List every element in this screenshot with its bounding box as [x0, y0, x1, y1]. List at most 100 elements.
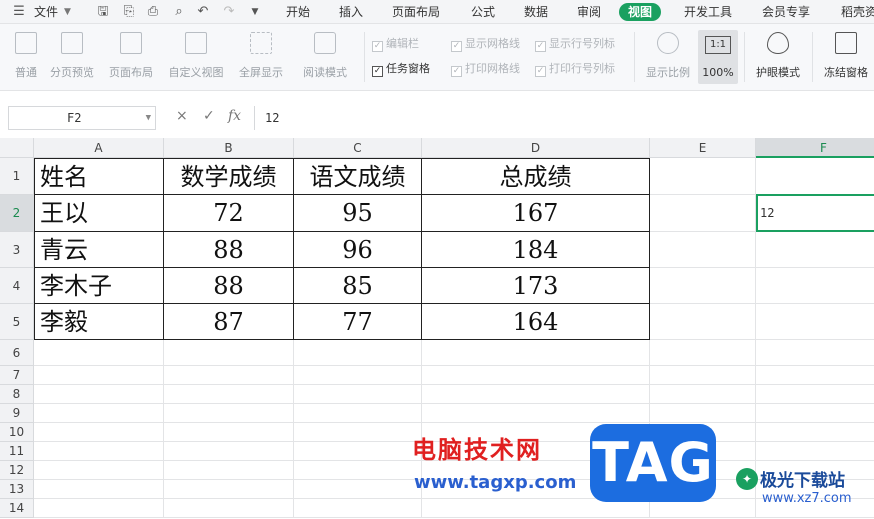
- export-pdf-icon[interactable]: ⎘: [120, 3, 138, 21]
- table-cell[interactable]: 王以: [34, 195, 164, 232]
- table-header-cell[interactable]: 数学成绩: [164, 158, 294, 195]
- formula-input[interactable]: 12: [254, 106, 874, 130]
- cell-f10[interactable]: [756, 423, 874, 442]
- cell-e6[interactable]: [650, 340, 756, 366]
- cell-f11[interactable]: [756, 442, 874, 461]
- table-cell[interactable]: 167: [422, 195, 650, 232]
- cell-f4[interactable]: [756, 268, 874, 304]
- cell-e4[interactable]: [650, 268, 756, 304]
- row-header-14[interactable]: 14: [0, 499, 34, 518]
- file-menu-dropdown-icon[interactable]: ▼: [64, 3, 71, 21]
- cell-c14[interactable]: [294, 499, 422, 518]
- confirm-icon[interactable]: ✓: [203, 108, 215, 124]
- select-all-corner[interactable]: [0, 138, 34, 158]
- cell-c10[interactable]: [294, 423, 422, 442]
- cell-c11[interactable]: [294, 442, 422, 461]
- column-header-c[interactable]: C: [294, 138, 422, 158]
- cell-d7[interactable]: [422, 366, 650, 385]
- row-header-9[interactable]: 9: [0, 404, 34, 423]
- cell-e5[interactable]: [650, 304, 756, 340]
- table-cell[interactable]: 青云: [34, 232, 164, 268]
- name-box[interactable]: F2 ▼: [8, 106, 156, 130]
- table-cell[interactable]: 72: [164, 195, 294, 232]
- row-header-2[interactable]: 2: [0, 195, 34, 232]
- cell-b10[interactable]: [164, 423, 294, 442]
- show-headings-checkbox[interactable]: ✓ 显示行号列标: [535, 36, 615, 52]
- table-header-cell[interactable]: 语文成绩: [294, 158, 422, 195]
- cell-b7[interactable]: [164, 366, 294, 385]
- cell-c9[interactable]: [294, 404, 422, 423]
- cell-e2[interactable]: [650, 195, 756, 232]
- column-header-b[interactable]: B: [164, 138, 294, 158]
- task-pane-checkbox[interactable]: ✓ 任务窗格: [372, 61, 430, 77]
- cell-c6[interactable]: [294, 340, 422, 366]
- tab-developer[interactable]: 开发工具: [684, 3, 732, 21]
- table-cell[interactable]: 李毅: [34, 304, 164, 340]
- table-cell[interactable]: 李木子: [34, 268, 164, 304]
- cell-c8[interactable]: [294, 385, 422, 404]
- table-cell[interactable]: 85: [294, 268, 422, 304]
- zoom-100-button[interactable]: 1:1 100%: [698, 30, 738, 84]
- cell-b13[interactable]: [164, 480, 294, 499]
- cell-c12[interactable]: [294, 461, 422, 480]
- cell-a13[interactable]: [34, 480, 164, 499]
- print-headings-checkbox[interactable]: ✓ 打印行号列标: [535, 61, 615, 77]
- tab-home[interactable]: 开始: [286, 3, 310, 21]
- cell-e9[interactable]: [650, 404, 756, 423]
- page-break-preview-button[interactable]: 分页预览: [46, 32, 98, 84]
- zoom-button[interactable]: 显示比例: [640, 32, 696, 84]
- table-cell[interactable]: 184: [422, 232, 650, 268]
- undo-icon[interactable]: ↶: [194, 3, 212, 21]
- row-header-12[interactable]: 12: [0, 461, 34, 480]
- row-header-13[interactable]: 13: [0, 480, 34, 499]
- table-header-cell[interactable]: 总成绩: [422, 158, 650, 195]
- save-icon[interactable]: 🖫: [94, 3, 112, 21]
- quick-access-dropdown-icon[interactable]: ▼: [246, 3, 264, 21]
- tab-data[interactable]: 数据: [524, 3, 548, 21]
- row-header-10[interactable]: 10: [0, 423, 34, 442]
- normal-view-button[interactable]: 普通: [6, 32, 46, 84]
- column-header-f[interactable]: F: [756, 138, 874, 158]
- table-cell[interactable]: 88: [164, 268, 294, 304]
- cell-a9[interactable]: [34, 404, 164, 423]
- row-header-7[interactable]: 7: [0, 366, 34, 385]
- cell-b12[interactable]: [164, 461, 294, 480]
- print-preview-icon[interactable]: ⌕: [170, 3, 188, 21]
- hamburger-menu-icon[interactable]: ☰: [10, 3, 28, 21]
- tab-docer[interactable]: 稻壳资: [841, 3, 874, 21]
- freeze-panes-button[interactable]: 冻结窗格: [818, 32, 874, 84]
- row-header-6[interactable]: 6: [0, 340, 34, 366]
- cell-a8[interactable]: [34, 385, 164, 404]
- fullscreen-button[interactable]: 全屏显示: [234, 32, 288, 84]
- cell-f9[interactable]: [756, 404, 874, 423]
- cell-a14[interactable]: [34, 499, 164, 518]
- cell-d8[interactable]: [422, 385, 650, 404]
- tab-page-layout[interactable]: 页面布局: [392, 3, 440, 21]
- row-header-5[interactable]: 5: [0, 304, 34, 340]
- file-menu[interactable]: 文件: [34, 3, 58, 21]
- cell-a11[interactable]: [34, 442, 164, 461]
- cell-a12[interactable]: [34, 461, 164, 480]
- row-header-4[interactable]: 4: [0, 268, 34, 304]
- cancel-icon[interactable]: ×: [176, 108, 188, 124]
- table-cell[interactable]: 87: [164, 304, 294, 340]
- table-cell[interactable]: 96: [294, 232, 422, 268]
- tab-member[interactable]: 会员专享: [762, 3, 810, 21]
- print-icon[interactable]: ⎙: [144, 3, 162, 21]
- column-header-a[interactable]: A: [34, 138, 164, 158]
- insert-function-icon[interactable]: fx: [228, 108, 241, 124]
- cell-f5[interactable]: [756, 304, 874, 340]
- show-gridlines-checkbox[interactable]: ✓ 显示网格线: [451, 36, 520, 52]
- print-gridlines-checkbox[interactable]: ✓ 打印网格线: [451, 61, 520, 77]
- table-cell[interactable]: 88: [164, 232, 294, 268]
- cell-f7[interactable]: [756, 366, 874, 385]
- tab-review[interactable]: 审阅: [577, 3, 601, 21]
- eye-protection-button[interactable]: 护眼模式: [750, 32, 806, 84]
- cell-d6[interactable]: [422, 340, 650, 366]
- cell-b9[interactable]: [164, 404, 294, 423]
- column-header-d[interactable]: D: [422, 138, 650, 158]
- tab-formulas[interactable]: 公式: [471, 3, 495, 21]
- cell-e8[interactable]: [650, 385, 756, 404]
- cell-f3[interactable]: [756, 232, 874, 268]
- column-header-e[interactable]: E: [650, 138, 756, 158]
